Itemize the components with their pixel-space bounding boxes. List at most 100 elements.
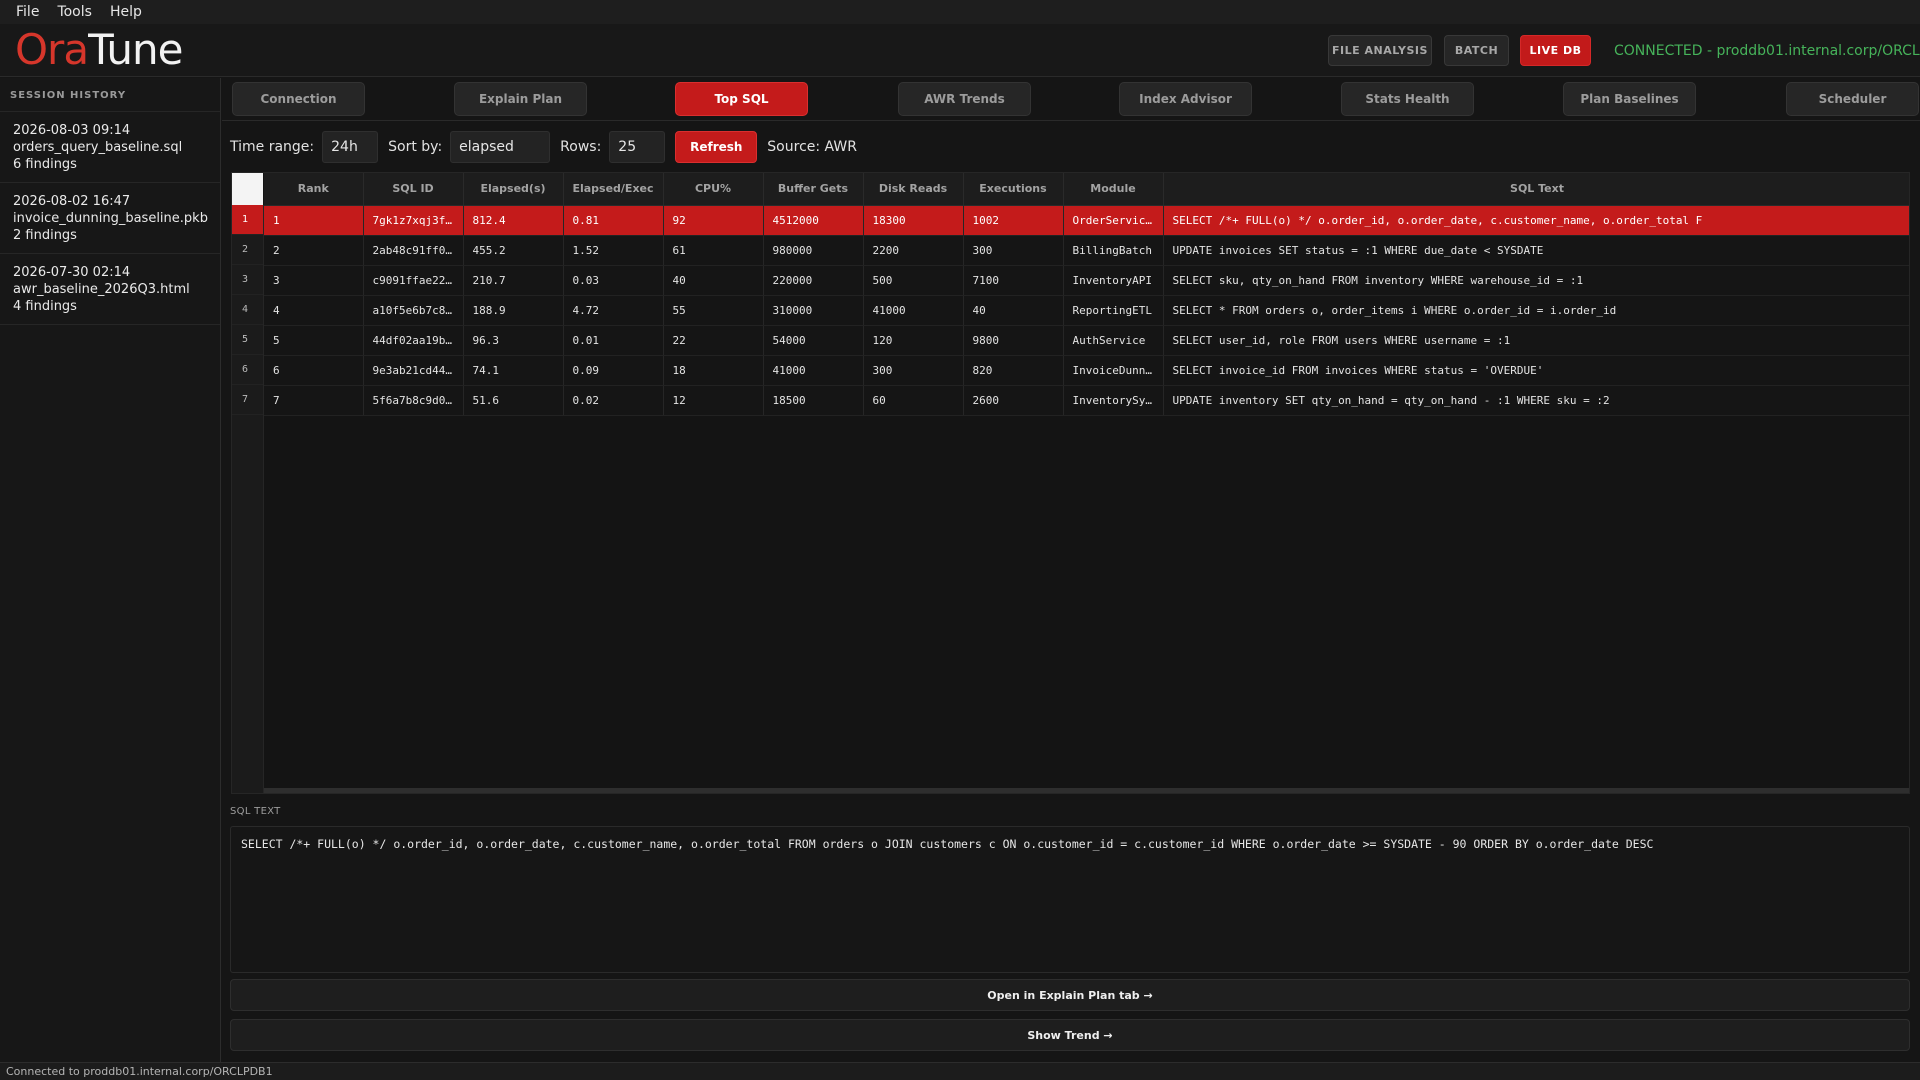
query-controls: Time range: Sort by: Rows: Refresh Sourc… bbox=[230, 131, 857, 163]
table-row[interactable]: 2 2ab48c91ff001 455.2 1.52 61 980000 2200 300 Bi… bbox=[264, 235, 1909, 266]
column-header-cpu-pct[interactable]: CPU% bbox=[663, 173, 764, 206]
sql-text-area[interactable]: SELECT /*+ FULL(o) */ o.order_id, o.orde… bbox=[230, 826, 1910, 973]
column-header-elapsed[interactable]: Elapsed(s) bbox=[463, 173, 564, 206]
column-header-executions[interactable]: Executions bbox=[963, 173, 1064, 206]
column-header-disk-reads[interactable]: Disk Reads bbox=[863, 173, 964, 206]
session-history-item[interactable]: 2026-07-30 02:14 awr_baseline_2026Q3.htm… bbox=[0, 254, 220, 325]
cell-executions: 7100 bbox=[963, 265, 1064, 296]
menu-tools[interactable]: Tools bbox=[49, 4, 100, 20]
cell-module: InvoiceDunni_ bbox=[1063, 355, 1164, 386]
cell-module: ReportingETL bbox=[1063, 295, 1164, 326]
tab-index-advisor[interactable]: Index Advisor bbox=[1119, 82, 1252, 116]
column-header-sql-id[interactable]: SQL ID bbox=[363, 173, 464, 206]
cell-sql-id: 44df02aa19bb3 bbox=[363, 325, 464, 356]
cell-executions: 820 bbox=[963, 355, 1064, 386]
cell-cpu-pct: 61 bbox=[663, 235, 764, 266]
cell-buffer-gets: 980000 bbox=[763, 235, 864, 266]
tab-top-sql[interactable]: Top SQL bbox=[675, 82, 808, 116]
cell-disk-reads: 2200 bbox=[863, 235, 964, 266]
column-header-buffer-gets[interactable]: Buffer Gets bbox=[763, 173, 864, 206]
grid-corner[interactable] bbox=[232, 173, 263, 205]
table-row[interactable]: 6 9e3ab21cd44e1 74.1 0.09 18 41000 300 820 Invoi… bbox=[264, 355, 1909, 386]
session-date: 2026-08-02 16:47 bbox=[13, 194, 131, 209]
cell-elapsed-per-exec: 0.81 bbox=[563, 205, 664, 236]
table-row[interactable]: 4 a10f5e6b7c8d9 188.9 4.72 55 310000 41000 40 Re… bbox=[264, 295, 1909, 326]
cell-cpu-pct: 18 bbox=[663, 355, 764, 386]
tab-connection[interactable]: Connection bbox=[232, 82, 365, 116]
cell-elapsed: 455.2 bbox=[463, 235, 564, 266]
row-number[interactable]: 6 bbox=[232, 355, 263, 385]
refresh-button[interactable]: Refresh bbox=[675, 131, 758, 163]
rows-input[interactable] bbox=[609, 131, 666, 163]
column-header-module[interactable]: Module bbox=[1063, 173, 1164, 206]
cell-cpu-pct: 92 bbox=[663, 205, 764, 236]
session-history-title: SESSION HISTORY bbox=[0, 78, 220, 112]
horizontal-scrollbar[interactable] bbox=[264, 788, 1909, 793]
cell-executions: 2600 bbox=[963, 385, 1064, 416]
cell-cpu-pct: 12 bbox=[663, 385, 764, 416]
cell-elapsed: 812.4 bbox=[463, 205, 564, 236]
cell-sql-id: 9e3ab21cd44e1 bbox=[363, 355, 464, 386]
cell-elapsed: 74.1 bbox=[463, 355, 564, 386]
table-row[interactable]: 3 c9091ffae221b 210.7 0.03 40 220000 500 7100 In… bbox=[264, 265, 1909, 296]
open-explain-plan-button[interactable]: Open in Explain Plan tab → bbox=[230, 979, 1910, 1011]
cell-sql-text: SELECT sku, qty_on_hand FROM inventory W… bbox=[1163, 265, 1909, 296]
cell-buffer-gets: 54000 bbox=[763, 325, 864, 356]
session-findings: 2 findings bbox=[13, 228, 77, 243]
cell-rank: 7 bbox=[264, 385, 364, 416]
cell-elapsed-per-exec: 1.52 bbox=[563, 235, 664, 266]
logo-part-ora: Ora bbox=[15, 25, 89, 74]
cell-sql-id: 2ab48c91ff001 bbox=[363, 235, 464, 266]
row-number[interactable]: 2 bbox=[232, 235, 263, 265]
cell-rank: 6 bbox=[264, 355, 364, 386]
cell-module: OrderService_ bbox=[1063, 205, 1164, 236]
tab-stats-health[interactable]: Stats Health bbox=[1341, 82, 1474, 116]
session-history-item[interactable]: 2026-08-02 16:47 invoice_dunning_baselin… bbox=[0, 183, 220, 254]
cell-rank: 3 bbox=[264, 265, 364, 296]
rows-label: Rows: bbox=[560, 139, 602, 155]
session-history-sidebar: SESSION HISTORY 2026-08-03 09:14 orders_… bbox=[0, 78, 221, 1062]
tab-plan-baselines[interactable]: Plan Baselines bbox=[1563, 82, 1696, 116]
session-history-item[interactable]: 2026-08-03 09:14 orders_query_baseline.s… bbox=[0, 112, 220, 183]
tab-scheduler[interactable]: Scheduler bbox=[1786, 82, 1919, 116]
batch-button[interactable]: BATCH bbox=[1444, 35, 1509, 66]
cell-disk-reads: 41000 bbox=[863, 295, 964, 326]
cell-module: BillingBatch bbox=[1063, 235, 1164, 266]
sort-by-input[interactable] bbox=[450, 131, 551, 163]
column-header-rank[interactable]: Rank bbox=[264, 173, 364, 206]
table-row[interactable]: 7 5f6a7b8c9d0e1 51.6 0.02 12 18500 60 2600 Inven… bbox=[264, 385, 1909, 416]
cell-sql-text: SELECT invoice_id FROM invoices WHERE st… bbox=[1163, 355, 1909, 386]
time-range-label: Time range: bbox=[230, 139, 315, 155]
row-number[interactable]: 5 bbox=[232, 325, 263, 355]
session-findings: 6 findings bbox=[13, 157, 77, 172]
time-range-input[interactable] bbox=[322, 131, 379, 163]
menu-file[interactable]: File bbox=[8, 4, 47, 20]
app-logo: OraTune bbox=[15, 25, 183, 75]
cell-elapsed-per-exec: 0.02 bbox=[563, 385, 664, 416]
top-sql-table: Rank SQL ID Elapsed(s) Elapsed/Exec CPU%… bbox=[264, 173, 1909, 416]
cell-elapsed: 96.3 bbox=[463, 325, 564, 356]
session-findings: 4 findings bbox=[13, 299, 77, 314]
session-file: orders_query_baseline.sql bbox=[13, 140, 183, 155]
tab-awr-trends[interactable]: AWR Trends bbox=[898, 82, 1031, 116]
column-header-sql-text[interactable]: SQL Text bbox=[1163, 173, 1909, 206]
row-number[interactable]: 1 bbox=[232, 205, 263, 235]
cell-module: InventoryAPI bbox=[1063, 265, 1164, 296]
cell-disk-reads: 60 bbox=[863, 385, 964, 416]
cell-elapsed-per-exec: 0.03 bbox=[563, 265, 664, 296]
cell-buffer-gets: 18500 bbox=[763, 385, 864, 416]
table-row[interactable]: 5 44df02aa19bb3 96.3 0.01 22 54000 120 9800 Auth… bbox=[264, 325, 1909, 356]
row-number[interactable]: 7 bbox=[232, 385, 263, 415]
file-analysis-button[interactable]: FILE ANALYSIS bbox=[1328, 35, 1432, 66]
table-row[interactable]: 1 7gk1z7xqj3f2a 812.4 0.81 92 4512000 18300 100… bbox=[264, 205, 1909, 236]
row-number[interactable]: 3 bbox=[232, 265, 263, 295]
tab-explain-plan[interactable]: Explain Plan bbox=[454, 82, 587, 116]
show-trend-button[interactable]: Show Trend → bbox=[230, 1019, 1910, 1051]
live-db-button[interactable]: LIVE DB bbox=[1520, 35, 1591, 66]
menu-help[interactable]: Help bbox=[102, 4, 150, 20]
table-header-row: Rank SQL ID Elapsed(s) Elapsed/Exec CPU%… bbox=[264, 173, 1909, 206]
column-header-elapsed-per-exec[interactable]: Elapsed/Exec bbox=[563, 173, 664, 206]
sql-text-label: SQL TEXT bbox=[230, 806, 281, 817]
row-number[interactable]: 4 bbox=[232, 295, 263, 325]
connection-status: CONNECTED - proddb01.internal.corp/ORCLP… bbox=[1614, 43, 1920, 59]
